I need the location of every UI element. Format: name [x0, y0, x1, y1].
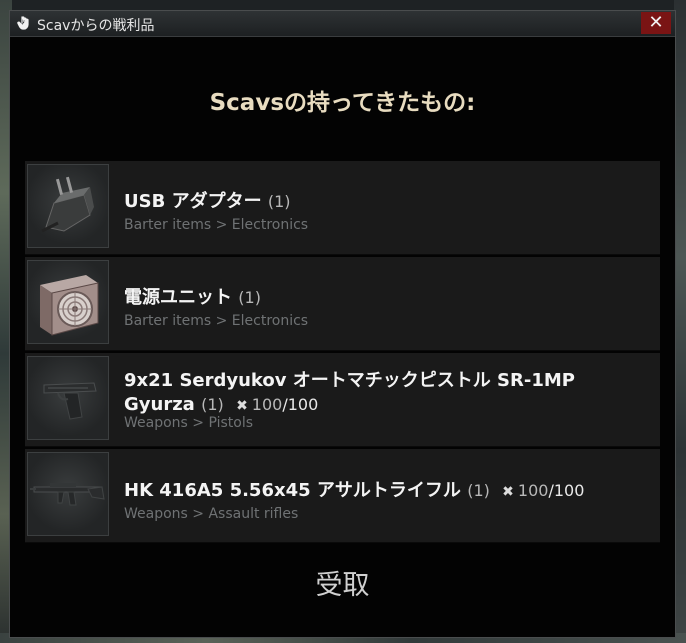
- close-button[interactable]: ✕: [641, 12, 671, 34]
- item-quantity: (1): [467, 481, 490, 500]
- item-quantity: (1): [267, 192, 291, 211]
- item-category: Weapons > Assault rifles: [124, 506, 299, 522]
- item-category: Barter items > Electronics: [124, 313, 309, 329]
- item-name: USB アダプター (1): [124, 191, 291, 212]
- item-info: 9x21 Serdyukov オートマチックピストル SR-1MP Gyurza…: [124, 366, 575, 431]
- title-bar[interactable]: Scavからの戦利品 ✕: [10, 11, 675, 37]
- item-category: Weapons > Pistols: [124, 415, 254, 431]
- repair-icon: ✖: [236, 398, 248, 414]
- item-category: Barter items > Electronics: [124, 217, 309, 233]
- item-info: USB アダプター (1) Barter items > Electronics: [124, 187, 308, 233]
- loot-list: USB アダプター (1) Barter items > Electronics: [25, 161, 660, 545]
- item-name-line1: 9x21 Serdyukov オートマチックピストル SR-1MP: [124, 370, 575, 391]
- list-item[interactable]: 電源ユニット (1) Barter items > Electronics: [25, 257, 660, 351]
- item-name: 電源ユニット (1): [124, 287, 261, 308]
- loot-heading: Scavsの持ってきたもの:: [209, 90, 476, 116]
- assault-rifle-icon: [27, 452, 109, 536]
- power-supply-icon: [27, 260, 109, 344]
- item-durability: ✖ 100/100: [502, 481, 585, 500]
- item-quantity: (1): [201, 395, 224, 414]
- list-item[interactable]: 9x21 Serdyukov オートマチックピストル SR-1MP Gyurza…: [25, 353, 660, 447]
- list-item[interactable]: USB アダプター (1) Barter items > Electronics: [25, 161, 660, 255]
- window-title: Scavからの戦利品: [37, 18, 155, 34]
- item-durability: ✖ 100/100: [236, 395, 319, 414]
- item-quantity: (1): [238, 288, 261, 307]
- pistol-icon: [27, 356, 109, 440]
- list-item[interactable]: HK 416A5 5.56x45 アサルトライフル (1) ✖ 100/100 W…: [25, 449, 660, 543]
- hand-pointer-icon: [17, 16, 29, 30]
- item-name: HK 416A5 5.56x45 アサルトライフル (1) ✖ 100/100: [124, 480, 585, 501]
- repair-icon: ✖: [502, 484, 514, 500]
- item-name-line2: Gyurza (1) ✖ 100/100: [124, 394, 319, 415]
- loot-window: Scavからの戦利品 ✕ Scavsの持ってきたもの: USB アダプター (1…: [9, 10, 676, 638]
- item-info: HK 416A5 5.56x45 アサルトライフル (1) ✖ 100/100 W…: [124, 476, 584, 522]
- take-button[interactable]: 受取: [10, 563, 675, 602]
- usb-adapter-icon: [27, 164, 109, 248]
- close-icon: ✕: [648, 12, 664, 33]
- item-info: 電源ユニット (1) Barter items > Electronics: [124, 283, 308, 329]
